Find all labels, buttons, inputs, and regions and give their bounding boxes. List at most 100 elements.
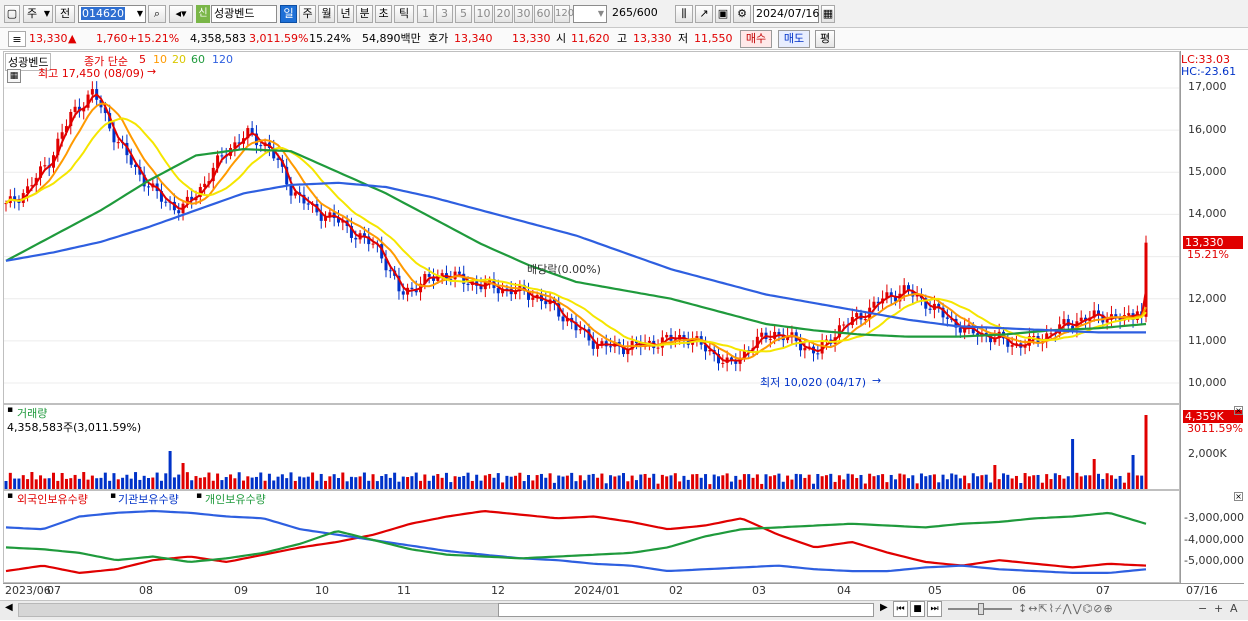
stock-name-field[interactable]: 성광벤드 xyxy=(211,5,277,23)
volume-bar xyxy=(686,479,690,489)
candle-body xyxy=(466,283,470,285)
search-icon[interactable]: ⌕ xyxy=(148,5,166,23)
close-icon[interactable]: × xyxy=(1234,406,1243,415)
volume-bar xyxy=(47,478,51,489)
moving-average-line-120 xyxy=(5,181,1146,334)
price-tick: 14,000 xyxy=(1188,207,1227,220)
volume-bar xyxy=(1010,478,1014,489)
window-icon[interactable]: ▢ xyxy=(4,5,20,23)
volume-bar xyxy=(773,475,777,489)
period-tab-label: 년 xyxy=(340,7,351,20)
interval-10[interactable]: 10 xyxy=(474,5,493,23)
volume-bar xyxy=(457,476,461,489)
save-icon[interactable]: ▣ xyxy=(715,5,731,23)
panel-handle-icon[interactable]: ▪ xyxy=(110,491,116,501)
prev-button[interactable]: 전 xyxy=(55,5,75,23)
gear-icon[interactable]: ⚙ xyxy=(733,5,751,23)
x-tick: 2024/01 xyxy=(574,584,620,597)
scroll-thumb[interactable] xyxy=(498,603,874,617)
period-tab-label: 월 xyxy=(321,7,332,20)
count-field[interactable]: 265/600 xyxy=(610,5,666,23)
volume-bar xyxy=(371,474,375,489)
interval-30[interactable]: 30 xyxy=(514,5,533,23)
close-icon[interactable]: × xyxy=(1234,492,1243,501)
volume-bar xyxy=(30,472,34,489)
interval-120[interactable]: 120 xyxy=(554,5,574,23)
interval-60[interactable]: 60 xyxy=(534,5,553,23)
holdings-panel[interactable] xyxy=(3,490,1180,583)
period-tab-minute[interactable]: 분 xyxy=(356,5,373,23)
interval-20[interactable]: 20 xyxy=(494,5,513,23)
volume-value-text: 4,358,583주(3,011.59%) xyxy=(7,421,142,434)
menu-icon[interactable]: ≡ xyxy=(8,31,26,47)
volume-bar xyxy=(660,474,664,489)
chevron-down-icon: ▼ xyxy=(597,9,604,18)
x-tick: 12 xyxy=(491,584,505,597)
zoom-out-icon[interactable]: − xyxy=(1198,602,1207,615)
interval-custom[interactable]: ▼ xyxy=(573,5,607,23)
period-tab-tick[interactable]: 틱 xyxy=(394,5,414,23)
candle-icon[interactable]: ⫼ xyxy=(675,5,693,23)
volume-bar xyxy=(630,475,634,489)
period-tab-day[interactable]: 일 xyxy=(280,5,297,23)
period-select[interactable]: 주 ▼ xyxy=(23,5,53,23)
speaker-icon[interactable]: ◂▾ xyxy=(169,5,193,23)
stop-icon[interactable]: ■ xyxy=(910,601,925,617)
zoom-slider-handle[interactable] xyxy=(978,603,984,615)
volume-bar xyxy=(121,477,125,489)
volume-bar xyxy=(293,480,297,489)
drawing-tools-icon[interactable]: ↕↔⇱⌇⌿⋀⋁⌬⊘⊕ xyxy=(1018,602,1114,616)
candle-body xyxy=(496,288,500,294)
volume-bar xyxy=(807,474,811,489)
panel-handle-icon[interactable]: ▪ xyxy=(7,491,13,501)
volume-tick: 2,000K xyxy=(1188,447,1227,460)
candle-body xyxy=(401,291,405,295)
date-field[interactable]: 2024/07/16 xyxy=(753,5,819,23)
interval-1[interactable]: 1 xyxy=(417,5,434,23)
volume-bar xyxy=(203,477,207,489)
scroll-left-icon[interactable]: ◀ xyxy=(5,602,13,613)
volume-bar xyxy=(1014,475,1018,489)
draw-icon[interactable]: ↗ xyxy=(695,5,713,23)
rewind-icon[interactable]: ⏮ xyxy=(893,601,908,617)
font-size-icon[interactable]: A xyxy=(1230,602,1238,615)
panel-handle-icon[interactable]: ▪ xyxy=(7,405,13,415)
volume-bar xyxy=(721,475,725,489)
volume-bar xyxy=(790,479,794,489)
interval-label: 120 xyxy=(555,8,575,19)
volume-bar xyxy=(319,473,323,489)
sell-button[interactable]: 매도 xyxy=(778,30,810,48)
period-tab-year[interactable]: 년 xyxy=(337,5,354,23)
candle-body xyxy=(164,201,168,203)
period-tab-month[interactable]: 월 xyxy=(318,5,335,23)
candle-body xyxy=(1062,319,1066,325)
interval-5[interactable]: 5 xyxy=(455,5,472,23)
table-icon[interactable]: ▦ xyxy=(7,69,21,83)
panel-handle-icon[interactable]: ▪ xyxy=(196,491,202,501)
volume-bar xyxy=(725,473,729,489)
code-input[interactable]: 014620 ▼ xyxy=(78,5,146,23)
volume-bar xyxy=(652,473,656,489)
price-panel[interactable] xyxy=(3,51,1180,404)
fast-forward-icon[interactable]: ⏭ xyxy=(927,601,942,617)
calendar-icon[interactable]: ▦ xyxy=(821,5,835,23)
period-tab-week[interactable]: 주 xyxy=(299,5,316,23)
volume-bar xyxy=(989,482,993,489)
eval-button[interactable]: 평 xyxy=(815,30,835,48)
candle-body xyxy=(656,347,660,349)
legend-ma120: 120 xyxy=(212,53,233,66)
candle-body xyxy=(863,319,867,321)
period-tab-second[interactable]: 초 xyxy=(375,5,392,23)
interval-3[interactable]: 3 xyxy=(436,5,453,23)
volume-bar xyxy=(147,478,150,489)
volume-panel[interactable] xyxy=(3,404,1180,490)
volume-bar xyxy=(73,474,77,489)
zoom-in-icon[interactable]: + xyxy=(1214,602,1223,615)
volume-bar xyxy=(393,472,397,489)
buy-button[interactable]: 매수 xyxy=(740,30,772,48)
volume-bar xyxy=(112,473,116,489)
scroll-right-icon[interactable]: ▶ xyxy=(880,602,888,613)
interval-label: 60 xyxy=(536,7,551,20)
holdings-tick: -3,000,000 xyxy=(1184,511,1244,524)
volume-bar xyxy=(717,476,720,489)
